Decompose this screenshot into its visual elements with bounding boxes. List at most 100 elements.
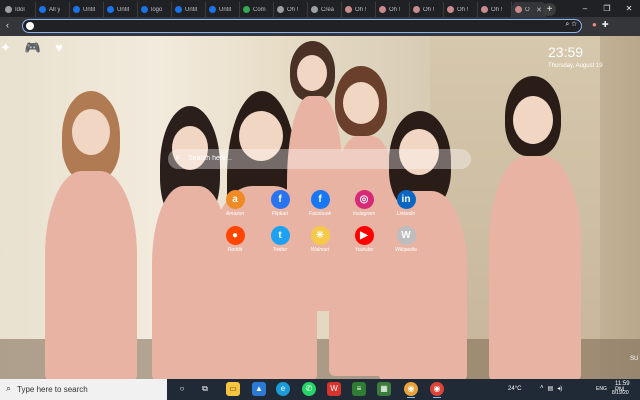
shortcut-flipkart[interactable]: f Flipkart [258, 190, 302, 217]
photo-person [485, 76, 585, 379]
whatsapp-icon[interactable]: ✆ [302, 382, 316, 396]
browser-tab[interactable]: Idol [2, 2, 36, 17]
sheets-icon[interactable]: ≡ [352, 382, 366, 396]
address-bar-row: ‹ ⌕ ☆ [0, 17, 640, 36]
shortcut-label: Facebook [309, 211, 331, 217]
tab-favicon-icon [175, 6, 182, 13]
chevron-up-icon[interactable]: ˄ [540, 385, 544, 392]
tab-favicon-icon [39, 6, 46, 13]
browser-tab[interactable]: Com [240, 2, 274, 17]
cortana-icon[interactable]: ○ [175, 382, 189, 396]
shortcut-wikipedia[interactable]: W Wikipedia [384, 226, 428, 253]
chrome-icon[interactable]: ◉ [404, 382, 418, 398]
taskbar-search[interactable]: ⌕ Type here to search [0, 379, 167, 400]
shortcut-facebook[interactable]: f Facebook [298, 190, 342, 217]
shortcut-walmart[interactable]: ✳ Walmart [298, 226, 342, 253]
browser-tab[interactable]: logo [138, 2, 172, 17]
shortcut-twitter[interactable]: t Twitter [258, 226, 302, 253]
gamepad-icon[interactable]: 🎮 [25, 40, 41, 56]
date: Thursday, August 19 [548, 63, 603, 69]
instagram-icon: ◎ [354, 190, 374, 209]
settings-icon[interactable]: ✦ [0, 40, 11, 56]
search-box[interactable]: ⌕ [168, 149, 471, 169]
tab-title: Crea [321, 6, 335, 13]
browser-tab[interactable]: Oh ! [444, 2, 478, 17]
back-icon[interactable]: ‹ [6, 20, 9, 30]
tab-title: Oh ! [355, 6, 367, 13]
extension-icon[interactable]: ● [592, 20, 597, 29]
walmart-icon: ✳ [310, 226, 330, 245]
language-text[interactable]: ENG [596, 386, 607, 392]
tab-title: All y [49, 6, 61, 13]
tab-title: Oh ! [389, 6, 401, 13]
shortcut-linkedin[interactable]: in Linkedin [384, 190, 428, 217]
omnibox-input[interactable] [37, 21, 521, 33]
tab-favicon-icon [141, 6, 148, 13]
network-icon[interactable]: ▤ [548, 385, 554, 392]
app-icon[interactable]: ▲ [252, 382, 266, 396]
tab-title: Oh ! [423, 6, 435, 13]
tab-favicon-icon [311, 6, 318, 13]
heart-icon[interactable]: ♥ [55, 40, 63, 56]
tab-favicon-icon [515, 6, 522, 13]
browser-tab[interactable]: Untit [206, 2, 240, 17]
browser-tab[interactable]: Oh ! [376, 2, 410, 17]
search-icon: ⌕ [6, 383, 12, 393]
browser-tab[interactable]: Oh ! [342, 2, 376, 17]
shortcut-label: Reddit [227, 247, 243, 253]
task-view-icon[interactable]: ⧉ [198, 382, 212, 396]
browser-tab[interactable]: All y [36, 2, 70, 17]
edge-icon[interactable]: e [276, 382, 290, 396]
tab-title: Untit [185, 6, 198, 13]
omnibox[interactable]: ⌕ ☆ [22, 19, 582, 33]
shortcut-instagram[interactable]: ◎ Instagram [342, 190, 386, 217]
volume-icon[interactable]: ◂) [557, 385, 562, 392]
shortcut-label: Instagram [352, 211, 376, 217]
facebook-icon: f [310, 190, 330, 209]
shortcut-amazon[interactable]: a Amazon [213, 190, 257, 217]
search-input[interactable] [188, 152, 458, 165]
shortcut-reddit[interactable]: ● Reddit [213, 226, 257, 253]
tab-favicon-icon [379, 6, 386, 13]
close-icon[interactable]: ✕ [618, 0, 640, 17]
twitter-icon: t [270, 226, 290, 245]
minimize-icon[interactable]: – [574, 0, 596, 17]
top-left-icons: ✦ 🎮 ♥ [0, 40, 63, 56]
browser-tab[interactable]: Untit [70, 2, 104, 17]
corner-text: SU [630, 356, 639, 362]
search-icon[interactable]: ⌕ [565, 21, 569, 28]
tab-favicon-icon [345, 6, 352, 13]
wps-icon[interactable]: W [327, 382, 341, 396]
weather-text[interactable]: 24°C [508, 386, 521, 392]
tab-favicon-icon [209, 6, 216, 13]
browser-tab[interactable]: Untit [172, 2, 206, 17]
browser-tab[interactable]: Crea [308, 2, 342, 17]
linkedin-icon: in [396, 190, 416, 209]
new-tab-button[interactable]: + [543, 3, 556, 16]
reddit-icon: ● [225, 226, 245, 245]
file-explorer-icon[interactable]: ▭ [226, 382, 240, 396]
photos-icon[interactable]: ▦ [377, 382, 391, 396]
clock: 23:59 [548, 44, 584, 60]
tab-close-icon[interactable]: ✕ [536, 6, 542, 14]
tab-title: Untit [83, 6, 96, 13]
flipkart-icon: f [270, 190, 290, 209]
tab-title: Untit [117, 6, 130, 13]
window-controls: – ❐ ✕ [574, 0, 640, 17]
browser-tab[interactable]: Oh ! [274, 2, 308, 17]
maximize-icon[interactable]: ❐ [596, 0, 618, 17]
chrome-profile-icon[interactable]: ◉ [430, 382, 444, 398]
shortcut-label: Twitter [272, 247, 288, 253]
google-icon [26, 22, 34, 30]
browser-tab[interactable]: Oh ! [478, 2, 512, 17]
wikipedia-icon: W [396, 226, 416, 245]
tab-favicon-icon [481, 6, 488, 13]
tray-date[interactable]: 8/19/20 [612, 390, 629, 396]
browser-tab[interactable]: O ✕ [512, 2, 546, 17]
puzzle-icon[interactable]: ✚ [602, 20, 609, 29]
shortcut-label: Wikipedia [395, 247, 417, 253]
shortcut-youtube[interactable]: ▶ Youtube [342, 226, 386, 253]
browser-tab[interactable]: Oh ! [410, 2, 444, 17]
browser-tab[interactable]: Untit [104, 2, 138, 17]
star-icon[interactable]: ☆ [571, 21, 577, 28]
